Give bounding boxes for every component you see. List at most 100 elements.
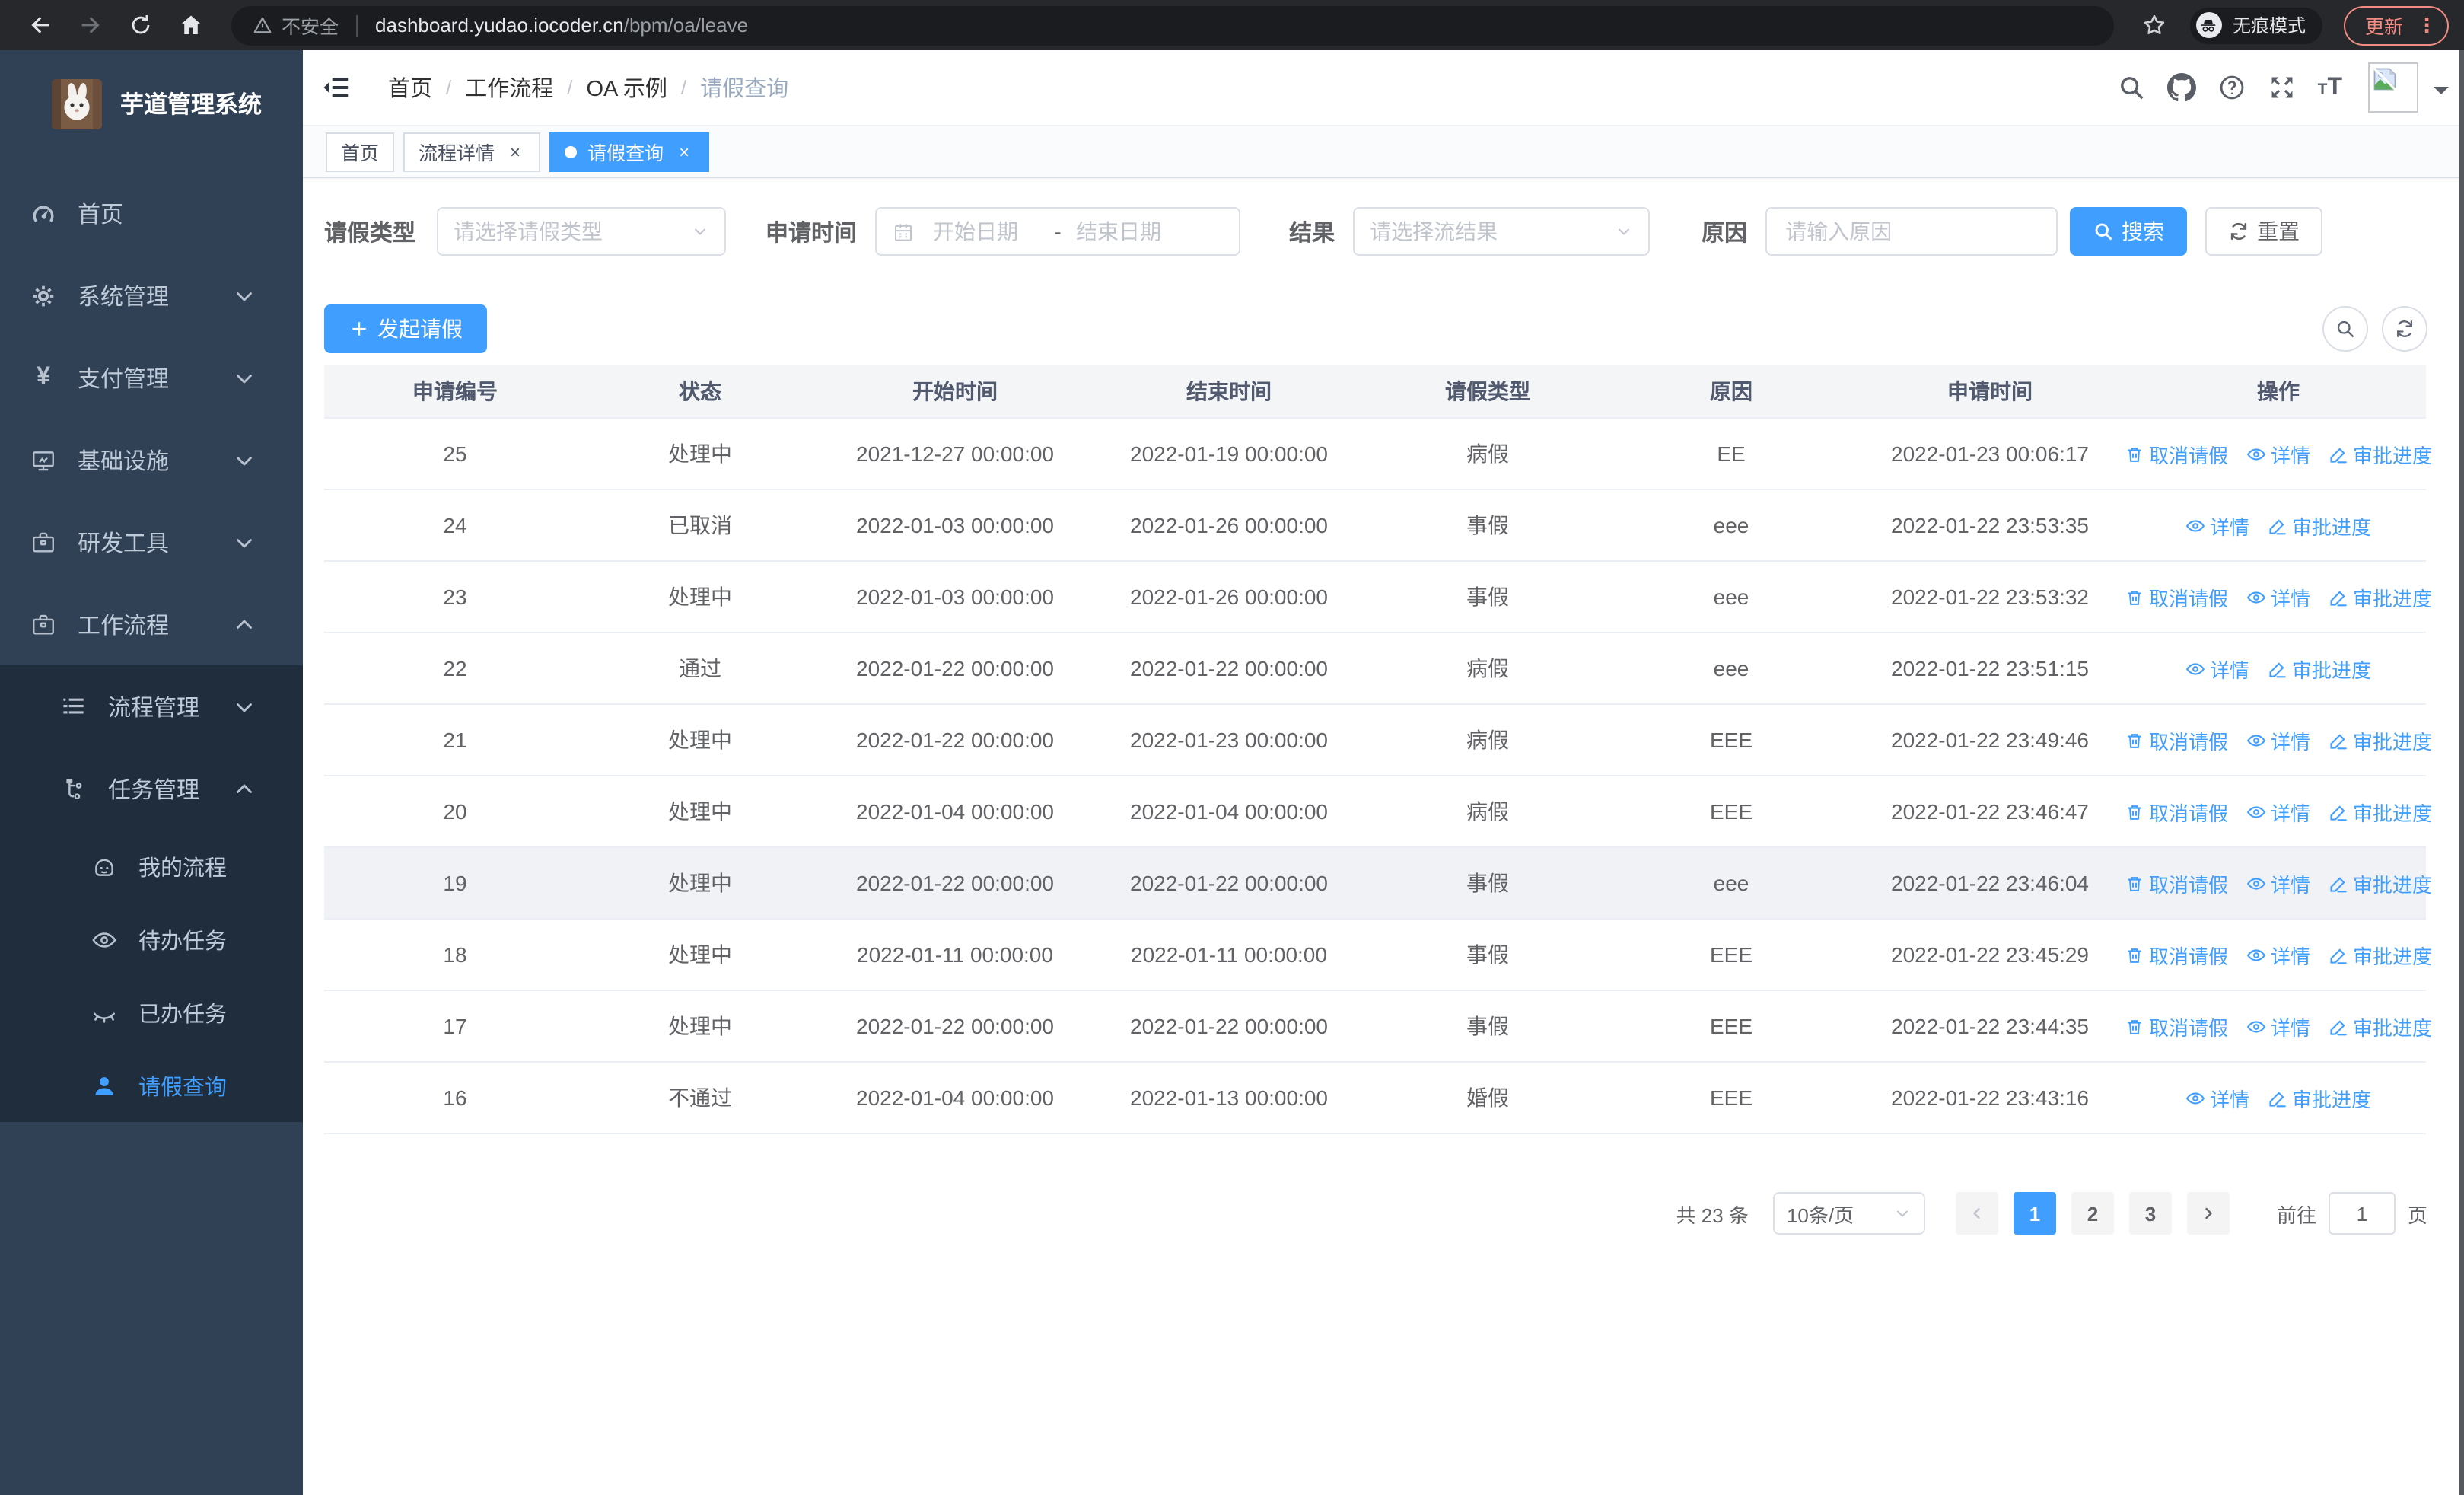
- sidebar-item[interactable]: 基础设施: [0, 419, 303, 501]
- sidebar-item[interactable]: 任务管理: [0, 748, 303, 830]
- detail-link[interactable]: 详情: [2246, 725, 2310, 754]
- next-page-button[interactable]: [2186, 1192, 2230, 1235]
- breadcrumb-item[interactable]: OA 示例: [587, 72, 667, 104]
- chevron-down-icon[interactable]: [2434, 86, 2449, 101]
- sidebar-item[interactable]: 请假查询: [0, 1049, 303, 1122]
- search-button[interactable]: 搜索: [2070, 207, 2188, 256]
- cancel-leave-link[interactable]: 取消请假: [2125, 725, 2228, 754]
- reset-button[interactable]: 重置: [2205, 207, 2323, 256]
- sidebar-item[interactable]: 待办任务: [0, 903, 303, 976]
- cell-start: 2022-01-04 00:00:00: [814, 1062, 1096, 1134]
- action-label: 取消请假: [2148, 730, 2228, 753]
- sidebar-item[interactable]: ¥ 支付管理: [0, 336, 303, 419]
- row-actions: 取消请假 详情 审批进度: [2128, 582, 2432, 611]
- close-icon[interactable]: ×: [674, 142, 694, 161]
- forward-icon[interactable]: [78, 12, 103, 38]
- sidebar-item[interactable]: 系统管理: [0, 254, 303, 336]
- chevron-down-icon: [231, 529, 257, 555]
- reason-input[interactable]: [1765, 207, 2058, 256]
- approval-progress-link[interactable]: 审批进度: [2329, 725, 2432, 754]
- cell-status: 处理中: [586, 561, 814, 633]
- approval-progress-link[interactable]: 审批进度: [2329, 439, 2432, 468]
- cell-actions: 详情 审批进度: [2131, 633, 2426, 705]
- sidebar-fold-icon[interactable]: [323, 73, 352, 102]
- close-icon[interactable]: ×: [505, 142, 525, 161]
- detail-link[interactable]: 详情: [2246, 869, 2310, 897]
- list-icon: [61, 693, 87, 719]
- leave-type-select[interactable]: 请选择请假类型: [437, 207, 727, 256]
- cancel-leave-link[interactable]: 取消请假: [2125, 1012, 2228, 1041]
- approval-progress-link[interactable]: 审批进度: [2268, 1083, 2371, 1112]
- eyemini-icon: [2246, 873, 2266, 893]
- cancel-leave-link[interactable]: 取消请假: [2125, 582, 2228, 611]
- cancel-leave-link[interactable]: 取消请假: [2125, 869, 2228, 897]
- pen-icon: [2329, 730, 2348, 750]
- chevron-up-icon: [231, 611, 257, 637]
- cancel-leave-link[interactable]: 取消请假: [2125, 797, 2228, 826]
- address-bar[interactable]: 不安全 dashboard.yudao.iocoder.cn/bpm/oa/le…: [231, 5, 2114, 45]
- tab-item[interactable]: 流程详情 ×: [403, 132, 541, 171]
- fullscreen-icon[interactable]: [2268, 73, 2297, 102]
- reload-icon[interactable]: [128, 12, 154, 38]
- tab-item[interactable]: 首页: [326, 132, 395, 171]
- page-size-select[interactable]: 10条/页: [1772, 1192, 1925, 1235]
- page-button-3[interactable]: 3: [2128, 1192, 2172, 1235]
- detail-link[interactable]: 详情: [2185, 1083, 2249, 1112]
- breadcrumb-item[interactable]: 首页: [388, 72, 432, 104]
- sidebar-item[interactable]: 已办任务: [0, 976, 303, 1049]
- approval-progress-link[interactable]: 审批进度: [2268, 511, 2371, 540]
- prev-page-button[interactable]: [1955, 1192, 1998, 1235]
- help-icon[interactable]: [2217, 73, 2246, 102]
- approval-progress-link[interactable]: 审批进度: [2329, 1012, 2432, 1041]
- sidebar-item[interactable]: 首页: [0, 172, 303, 254]
- detail-link[interactable]: 详情: [2246, 439, 2310, 468]
- github-icon[interactable]: [2166, 73, 2196, 102]
- cell-reason: EEE: [1613, 704, 1849, 776]
- approval-progress-link[interactable]: 审批进度: [2329, 940, 2432, 969]
- browser-menu-dots-icon[interactable]: ⋮: [2417, 15, 2437, 35]
- search-icon[interactable]: [2117, 73, 2146, 102]
- cancel-leave-link[interactable]: 取消请假: [2125, 439, 2228, 468]
- security-label[interactable]: 不安全: [282, 11, 339, 40]
- cell-start: 2022-01-22 00:00:00: [814, 990, 1096, 1063]
- home-icon[interactable]: [178, 12, 204, 38]
- sidebar-item[interactable]: 我的流程: [0, 830, 303, 903]
- detail-link[interactable]: 详情: [2246, 940, 2310, 969]
- approval-progress-link[interactable]: 审批进度: [2268, 654, 2371, 683]
- sidebar-item[interactable]: 研发工具: [0, 501, 303, 583]
- scrollbar[interactable]: [2459, 50, 2464, 1495]
- cell-id: 25: [324, 418, 586, 490]
- detail-link[interactable]: 详情: [2185, 511, 2249, 540]
- cancel-leave-link[interactable]: 取消请假: [2125, 940, 2228, 969]
- approval-progress-link[interactable]: 审批进度: [2329, 797, 2432, 826]
- detail-link[interactable]: 详情: [2246, 797, 2310, 826]
- bookmark-star-icon[interactable]: [2141, 12, 2167, 38]
- update-button[interactable]: 更新 ⋮: [2343, 5, 2449, 45]
- sidebar-item[interactable]: 流程管理: [0, 665, 303, 748]
- breadcrumb-item[interactable]: 工作流程: [465, 72, 553, 104]
- url-path: /bpm/oa/leave: [623, 14, 749, 37]
- refresh-table-button[interactable]: [2382, 306, 2427, 352]
- detail-link[interactable]: 详情: [2246, 1012, 2310, 1041]
- page-button-1[interactable]: 1: [2013, 1192, 2056, 1235]
- back-icon[interactable]: [27, 12, 53, 38]
- trash-icon: [2125, 1016, 2144, 1036]
- approval-progress-link[interactable]: 审批进度: [2329, 869, 2432, 897]
- cell-actions: 取消请假 详情 审批进度: [2128, 990, 2432, 1063]
- sidebar-item[interactable]: 工作流程: [0, 583, 303, 665]
- detail-link[interactable]: 详情: [2185, 654, 2249, 683]
- show-search-button[interactable]: [2322, 306, 2368, 352]
- result-select[interactable]: 请选择流结果: [1353, 207, 1651, 256]
- tab-active[interactable]: 请假查询 ×: [549, 132, 710, 171]
- date-range-picker[interactable]: 开始日期 - 结束日期: [875, 207, 1241, 256]
- avatar[interactable]: [2368, 62, 2418, 113]
- column-header: 状态: [586, 365, 814, 419]
- font-size-icon[interactable]: TT: [2318, 74, 2342, 101]
- detail-link[interactable]: 详情: [2246, 582, 2310, 611]
- page-button-2[interactable]: 2: [2071, 1192, 2114, 1235]
- goto-page-input[interactable]: [2328, 1192, 2396, 1235]
- cell-reason: EEE: [1613, 776, 1849, 848]
- approval-progress-link[interactable]: 审批进度: [2329, 582, 2432, 611]
- create-leave-button[interactable]: 发起请假: [324, 304, 487, 353]
- url-host: dashboard.yudao.iocoder.cn: [375, 14, 624, 37]
